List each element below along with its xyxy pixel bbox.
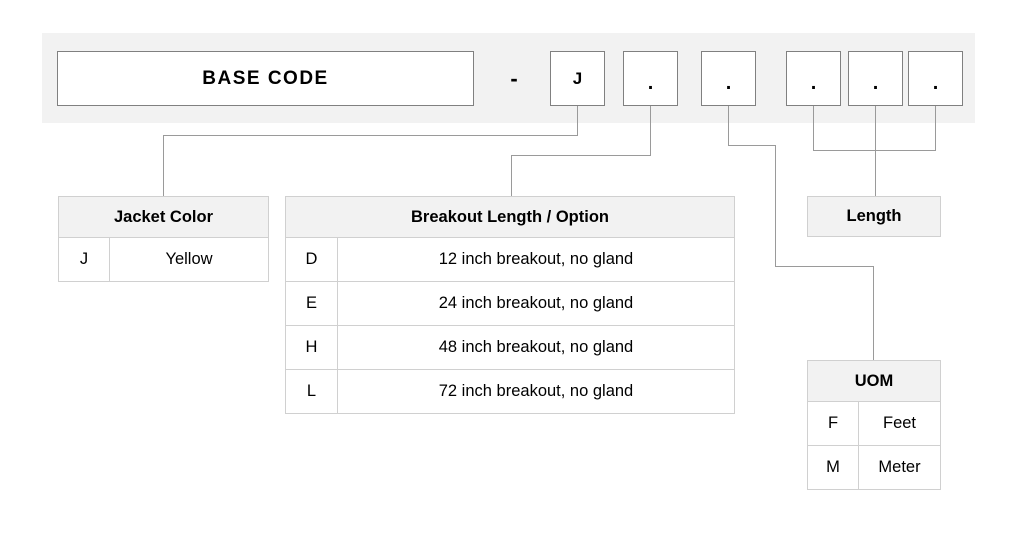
slot-length-3-box[interactable]: . <box>908 51 963 106</box>
slot-uom-box[interactable]: . <box>701 51 756 106</box>
breakout-code-0: D <box>285 237 338 282</box>
separator-dash-label: - <box>510 65 518 91</box>
connector-uom-vertical-1 <box>775 145 776 267</box>
connector-length-stem-2 <box>875 106 876 151</box>
connector-jacket-horizontal <box>163 135 578 136</box>
uom-code-1: M <box>807 445 859 490</box>
table-header-row: Jacket Color <box>58 196 269 238</box>
table-row: E 24 inch breakout, no gland <box>285 281 735 326</box>
breakout-code-2: H <box>285 325 338 370</box>
connector-length-stem-1 <box>813 106 814 151</box>
connector-uom-stem <box>728 106 729 146</box>
breakout-header: Breakout Length / Option <box>285 196 735 238</box>
table-row: M Meter <box>807 445 941 490</box>
table-row: L 72 inch breakout, no gland <box>285 369 735 414</box>
breakout-table: Breakout Length / Option D 12 inch break… <box>285 196 735 414</box>
separator-dash: - <box>494 51 534 106</box>
connector-jacket-drop <box>163 135 164 196</box>
connector-breakout-drop <box>511 155 512 196</box>
slot-length-1-box[interactable]: . <box>786 51 841 106</box>
table-row: D 12 inch breakout, no gland <box>285 237 735 282</box>
breakout-desc-3: 72 inch breakout, no gland <box>337 369 735 414</box>
jacket-color-header: Jacket Color <box>58 196 269 238</box>
table-row: H 48 inch breakout, no gland <box>285 325 735 370</box>
base-code-label: BASE CODE <box>202 67 329 89</box>
slot-breakout-box[interactable]: . <box>623 51 678 106</box>
uom-desc-0: Feet <box>858 401 941 446</box>
table-row: J Yellow <box>58 237 269 282</box>
table-header-row: Breakout Length / Option <box>285 196 735 238</box>
connector-breakout-horizontal <box>511 155 651 156</box>
connector-uom-horizontal-2 <box>775 266 874 267</box>
jacket-color-desc-0: Yellow <box>109 237 269 282</box>
breakout-desc-0: 12 inch breakout, no gland <box>337 237 735 282</box>
breakout-code-1: E <box>285 281 338 326</box>
connector-uom-horizontal-1 <box>728 145 775 146</box>
jacket-color-table: Jacket Color J Yellow <box>58 196 269 282</box>
uom-desc-1: Meter <box>858 445 941 490</box>
slot-jacket-value: J <box>572 68 583 88</box>
diagram-canvas: BASE CODE - J . . . . . Jacket Color J Y… <box>0 0 1034 558</box>
connector-length-drop <box>875 150 876 196</box>
connector-length-stem-3 <box>935 106 936 151</box>
table-row: F Feet <box>807 401 941 446</box>
connector-jacket-stem <box>577 106 578 136</box>
breakout-desc-2: 48 inch breakout, no gland <box>337 325 735 370</box>
connector-uom-drop <box>873 266 874 360</box>
breakout-desc-1: 24 inch breakout, no gland <box>337 281 735 326</box>
base-code-box[interactable]: BASE CODE <box>57 51 474 106</box>
table-header-row: UOM <box>807 360 941 402</box>
uom-header: UOM <box>807 360 941 402</box>
slot-jacket-box[interactable]: J <box>550 51 605 106</box>
connector-breakout-stem <box>650 106 651 156</box>
jacket-color-code-0: J <box>58 237 110 282</box>
breakout-code-3: L <box>285 369 338 414</box>
uom-code-0: F <box>807 401 859 446</box>
length-box: Length <box>807 196 941 237</box>
uom-table: UOM F Feet M Meter <box>807 360 941 490</box>
length-header: Length <box>846 207 902 225</box>
slot-length-2-box[interactable]: . <box>848 51 903 106</box>
